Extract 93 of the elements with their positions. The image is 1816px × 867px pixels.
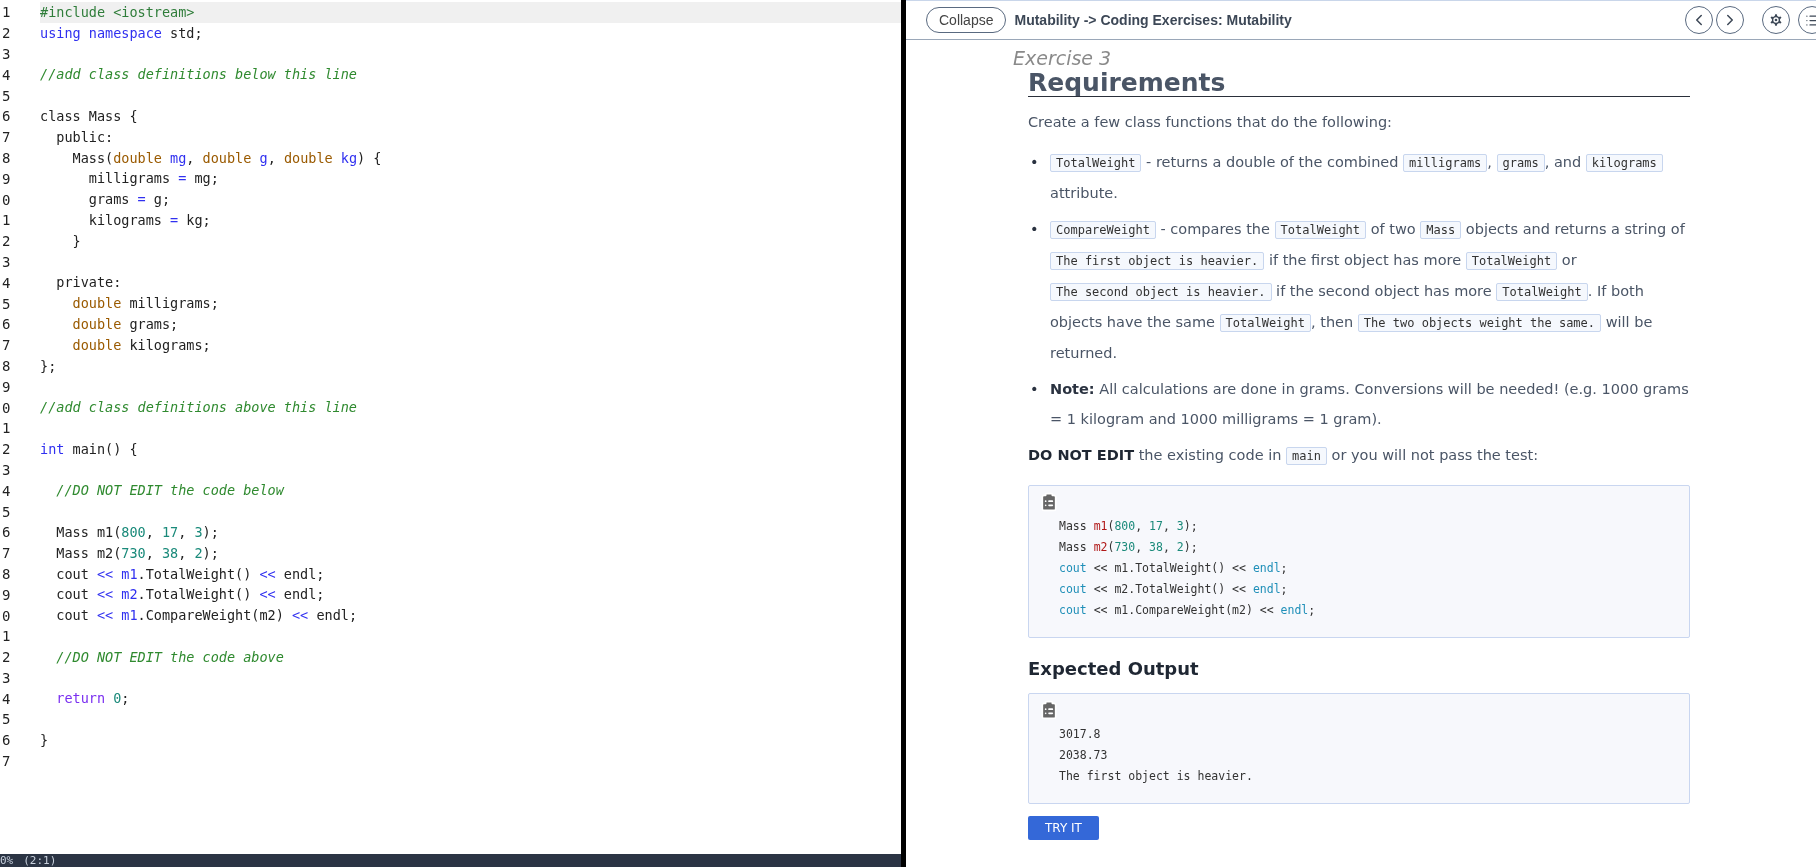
output-line: 2038.73 [1059, 747, 1109, 764]
code-line: cout << m1.CompareWeight(m2) << endl; [55, 606, 359, 626]
code-line: }; [40, 356, 58, 376]
guide-title: Mutability -> Coding Exercises: Mutability [1014, 12, 1293, 28]
clipboard-icon[interactable] [1039, 492, 1059, 512]
code-line: cout << m1.TotalWeight() << endl; [1059, 560, 1289, 577]
code-line: int main() { [40, 439, 139, 459]
code-line: grams = g; [87, 190, 172, 210]
section-heading: Requirements [1028, 70, 1690, 97]
collapse-button[interactable]: Collapse [926, 7, 1007, 33]
code-line: Mass m1(800, 17, 3); [1059, 518, 1199, 535]
zoom-level: 0% [0, 854, 14, 867]
line-number: 3 [1, 669, 12, 686]
exercise-label: Exercise 3 [1013, 46, 1113, 70]
code-line: } [71, 231, 82, 251]
code-line: private: [55, 273, 123, 293]
code-line: Mass(double mg, double g, double kg) { [71, 148, 383, 168]
output-heading: Expected Output [1028, 658, 1200, 679]
bullet-marker: • [1029, 153, 1040, 172]
code-line: double kilograms; [71, 335, 212, 355]
code-line: } [40, 730, 50, 750]
line-number: 3 [1, 46, 12, 62]
code-line: public: [55, 127, 115, 147]
line-number: 9 [1, 170, 12, 187]
cursor-position: (2:1) [23, 854, 57, 867]
line-number: 7 [1, 545, 12, 562]
list-icon [1804, 12, 1816, 28]
previous-button[interactable] [1685, 6, 1713, 34]
line-number: 1 [1, 4, 12, 21]
bullet-text: Note: All calculations are done in grams. Conversions will be needed! (e.g. 1000 grams = 1 kilogram and 1000 milligrams = 1 gram). [1050, 380, 1690, 429]
next-button[interactable] [1716, 6, 1744, 34]
code-line: //add class definitions below this line [40, 65, 358, 85]
line-number: 6 [1, 524, 12, 541]
line-number: 8 [1, 149, 12, 166]
output-line: 3017.8 [1059, 726, 1102, 743]
line-number: 4 [1, 482, 12, 499]
line-number: 7 [1, 753, 12, 770]
line-number: 4 [1, 690, 12, 707]
code-line: milligrams = mg; [87, 169, 220, 189]
line-number: 2 [1, 649, 12, 666]
line-number: 8 [1, 565, 12, 582]
line-number: 3 [1, 461, 12, 478]
code-line: double milligrams; [71, 294, 220, 314]
line-number: 5 [1, 295, 12, 312]
code-line: double grams; [71, 314, 180, 334]
line-number: 1 [1, 628, 12, 645]
line-number: 5 [1, 711, 12, 728]
line-number: 9 [1, 378, 12, 395]
output-line: The first object is heavier. [1059, 768, 1254, 785]
line-number: 6 [1, 108, 12, 125]
code-line: //add class definitions above this line [40, 398, 358, 418]
line-number: 0 [1, 607, 12, 624]
line-number: 6 [1, 732, 12, 749]
line-number: 2 [1, 233, 12, 250]
line-number: 7 [1, 337, 12, 354]
line-number: 3 [1, 253, 12, 270]
clipboard-icon[interactable] [1039, 700, 1059, 720]
instruction-text: DO NOT EDIT the existing code in main or you will not pass the test: [1028, 446, 1540, 467]
line-number: 6 [1, 316, 12, 333]
code-line: using namespace std; [40, 23, 204, 43]
code-line: cout << m2.TotalWeight() << endl; [1059, 581, 1289, 598]
line-number: 1 [1, 212, 12, 229]
intro-text: Create a few class functions that do the following: [1028, 113, 1393, 132]
code-line: cout << m1.TotalWeight() << endl; [55, 564, 326, 584]
code-line: Mass m1(800, 17, 3); [55, 522, 220, 542]
gear-icon [1768, 12, 1784, 28]
code-line: //DO NOT EDIT the code below [55, 481, 286, 501]
code-line: cout << m2.TotalWeight() << endl; [55, 585, 326, 605]
code-line: kilograms = kg; [87, 210, 212, 230]
code-line: //DO NOT EDIT the code above [55, 647, 285, 667]
code-line: cout << m1.CompareWeight(m2) << endl; [1059, 602, 1317, 619]
line-number: 2 [1, 25, 12, 42]
line-number: 1 [1, 420, 12, 437]
line-number: 4 [1, 274, 12, 291]
line-number: 8 [1, 357, 12, 374]
settings-button[interactable] [1762, 6, 1790, 34]
line-number: 5 [1, 87, 12, 104]
bullet-text: CompareWeight - compares the TotalWeight of two Mass objects and returns a string of The first object is heavier. if the first object has more TotalWeight or The second object is heavier. if the second object has more TotalWeight . If both objects have the same TotalWeight , then The two objects weight the same. will be returned. [1050, 220, 1686, 363]
bullet-text: TotalWeight - returns a double of the combined milligrams , grams , and kilograms attribute. [1050, 147, 1690, 208]
line-number: 9 [1, 586, 12, 603]
code-line: Mass m2(730, 38, 2); [1059, 539, 1199, 556]
bullet-marker: • [1029, 380, 1040, 399]
code-line: class Mass { [40, 107, 139, 126]
line-number: 0 [1, 191, 12, 208]
bullet-marker: • [1029, 220, 1040, 239]
try-it-button[interactable]: TRY IT [1028, 816, 1099, 840]
line-number: 0 [1, 399, 12, 416]
line-number: 4 [1, 66, 12, 83]
line-number: 2 [1, 441, 12, 458]
line-number: 7 [1, 129, 12, 146]
code-line: Mass m2(730, 38, 2); [55, 543, 220, 563]
line-number: 5 [1, 503, 12, 520]
code-line: return 0; [55, 689, 131, 709]
